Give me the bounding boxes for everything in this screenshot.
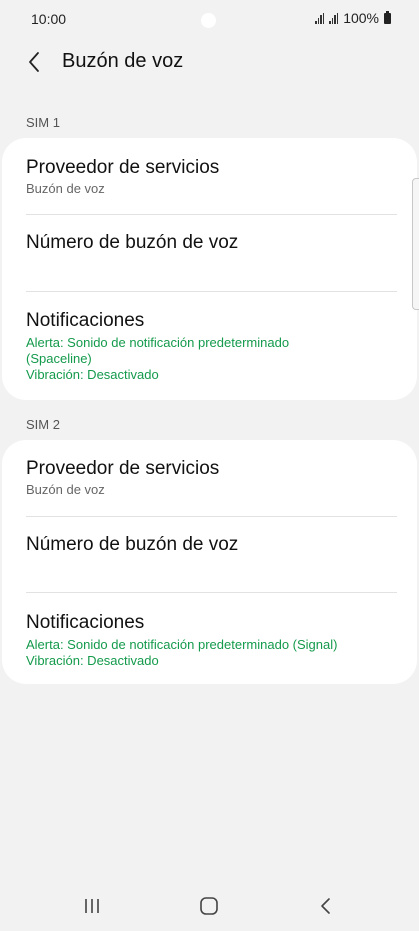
- section-header-sim1: SIM 1: [26, 115, 60, 130]
- sim2-provider-row[interactable]: Proveedor de servicios Buzón de voz: [26, 440, 393, 516]
- sim1-number-row[interactable]: Número de buzón de voz: [26, 214, 393, 290]
- sim2-notifications-alert: Alerta: Sonido de notificación predeterm…: [26, 637, 338, 652]
- sim1-provider-row[interactable]: Proveedor de servicios Buzón de voz: [26, 138, 393, 214]
- sim1-provider-value: Buzón de voz: [26, 181, 105, 196]
- sim1-notifications-vibration: Vibración: Desactivado: [26, 367, 159, 382]
- back-button[interactable]: [18, 46, 50, 78]
- sim2-provider-value: Buzón de voz: [26, 482, 105, 497]
- battery-percent: 100%: [343, 10, 379, 26]
- recent-apps-icon: [85, 899, 99, 913]
- status-time: 10:00: [31, 11, 67, 27]
- chevron-left-icon: [29, 52, 39, 72]
- page-title: Buzón de voz: [62, 50, 184, 72]
- sim1-notifications-alert-tone: (Spaceline): [26, 351, 92, 366]
- sim2-notifications-title: Notificaciones: [26, 612, 145, 633]
- sim1-notifications-title: Notificaciones: [26, 310, 145, 331]
- sim1-notifications-alert: Alerta: Sonido de notificación predeterm…: [26, 335, 290, 350]
- section-header-sim2: SIM 2: [26, 417, 60, 432]
- sim2-provider-title: Proveedor de servicios: [26, 458, 220, 479]
- sim2-notifications-row[interactable]: Notificaciones Alerta: Sonido de notific…: [26, 592, 393, 669]
- sim2-card: Proveedor de servicios Buzón de voz Núme…: [2, 440, 417, 684]
- sim1-card: Proveedor de servicios Buzón de voz Núme…: [2, 138, 417, 400]
- navigation-bar: [0, 880, 419, 930]
- sim1-notifications-row[interactable]: Notificaciones Alerta: Sonido de notific…: [26, 290, 393, 383]
- home-button[interactable]: [189, 886, 229, 926]
- back-icon: [321, 898, 330, 914]
- app-bar: Buzón de voz: [0, 40, 419, 84]
- signal-icon: [315, 12, 325, 24]
- recent-apps-button[interactable]: [72, 886, 112, 926]
- sim2-notifications-vibration: Vibración: Desactivado: [26, 653, 159, 668]
- nav-back-button[interactable]: [306, 886, 346, 926]
- sim2-number-row[interactable]: Número de buzón de voz: [26, 516, 393, 592]
- status-indicators: 100%: [315, 10, 391, 26]
- status-bar: 10:00 100%: [0, 0, 419, 36]
- home-icon: [200, 897, 218, 915]
- signal-icon: [329, 12, 339, 24]
- sim2-number-title: Número de buzón de voz: [26, 534, 239, 555]
- sim1-provider-title: Proveedor de servicios: [26, 157, 220, 178]
- battery-icon: [384, 10, 391, 24]
- sim1-number-title: Número de buzón de voz: [26, 232, 239, 253]
- camera-cutout: [201, 13, 216, 28]
- scrollbar[interactable]: [412, 178, 419, 310]
